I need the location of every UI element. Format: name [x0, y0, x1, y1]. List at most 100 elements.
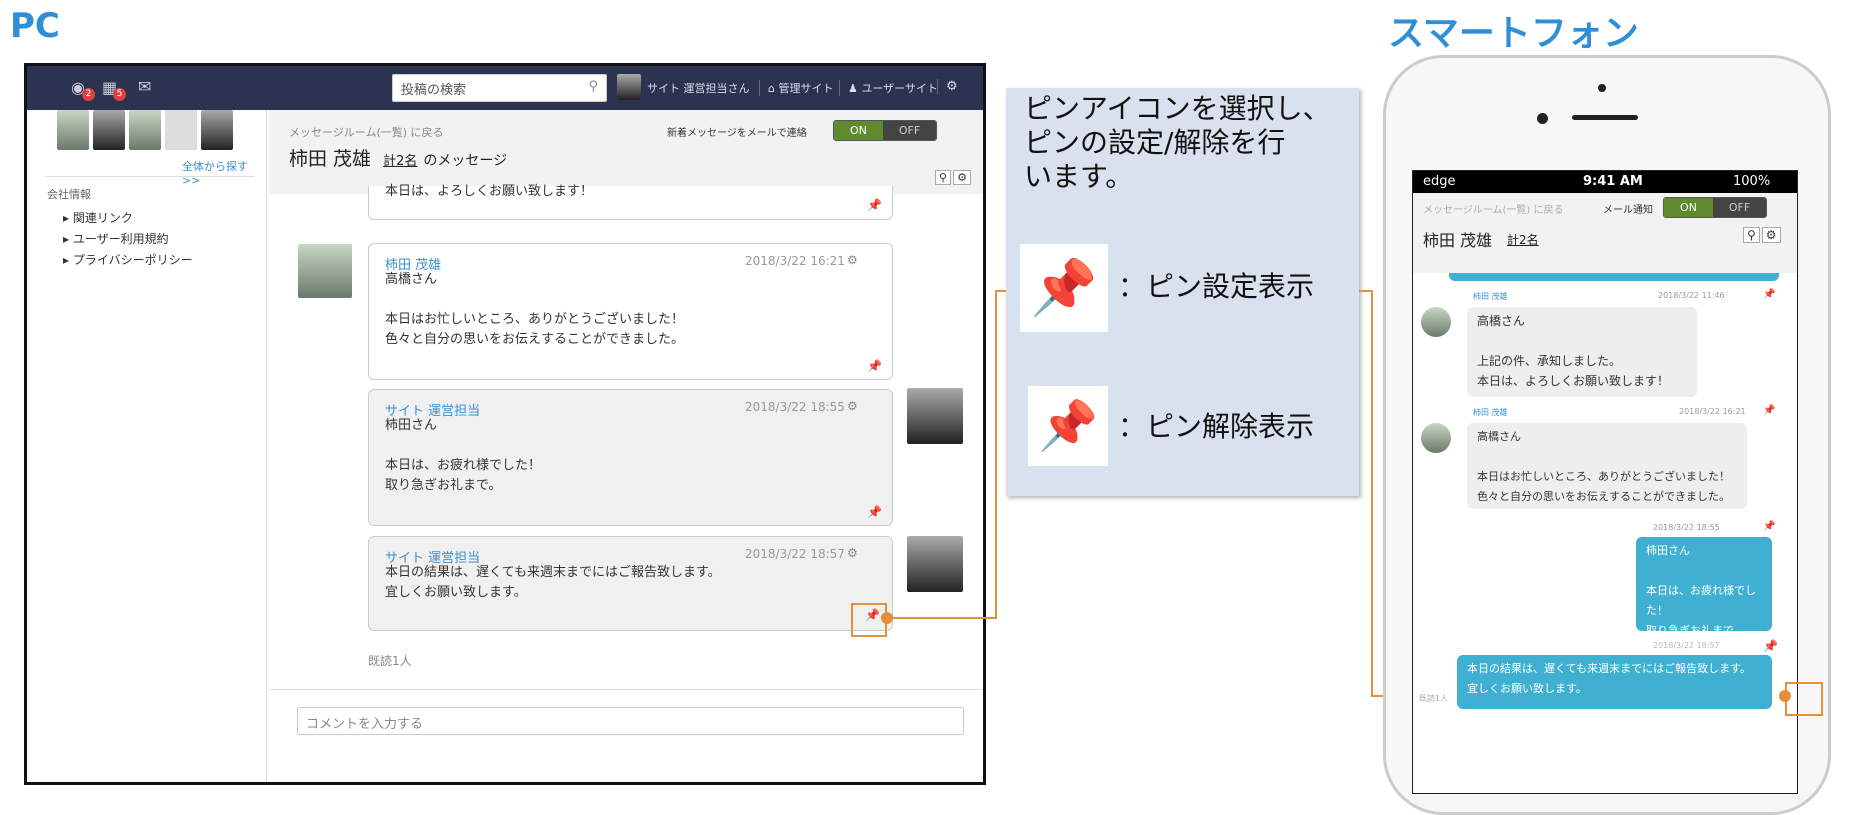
- search-icon[interactable]: ⚲: [1743, 227, 1760, 243]
- sidebar-link-related[interactable]: ▸ 関連リンク: [63, 208, 193, 229]
- member-photo[interactable]: [93, 110, 125, 150]
- message-body: 柿田さん 本日は、お疲れ様でした！ 取り急ぎお礼まで。: [385, 418, 542, 493]
- search-icon[interactable]: ⚲: [588, 79, 598, 94]
- room-title: 柿田 茂雄 計2名 のメッセージ: [289, 144, 507, 171]
- search-all-link[interactable]: 全体から探す>>: [182, 158, 266, 187]
- pin-off-icon: 📌: [1028, 386, 1108, 466]
- admin-site-label: 管理サイト: [778, 82, 834, 95]
- sidebar-link-privacy[interactable]: ▸ プライバシーポリシー: [63, 250, 193, 271]
- member-count-link[interactable]: 計2名: [383, 154, 417, 169]
- message-date: 2018/3/22 16:21: [745, 254, 845, 268]
- toggle-off[interactable]: OFF: [1712, 198, 1767, 217]
- message-bubble: 柿田さん 本日は、お疲れ様でした！ 取り急ぎお礼まで。: [1636, 537, 1772, 637]
- toggle-off[interactable]: OFF: [882, 121, 937, 140]
- sidebar-link-label: 関連リンク: [72, 211, 133, 225]
- pin-off-icon[interactable]: 📌: [867, 505, 882, 519]
- post-search-input[interactable]: 投稿の検索 ⚲: [392, 74, 607, 102]
- gear-icon[interactable]: ⚙: [847, 399, 858, 413]
- sender-name[interactable]: 柿田 茂雄: [1473, 291, 1508, 302]
- member-photo[interactable]: [201, 110, 233, 150]
- message-date: 2018/3/22 16:21: [1679, 407, 1746, 416]
- pin-on-icon[interactable]: 📌: [1763, 639, 1778, 653]
- sidebar-link-label: プライバシーポリシー: [72, 253, 193, 267]
- message-card: 柿田 茂雄 2018/3/22 16:21 ⚙ 高橋さん 本日はお忙しいところ、…: [368, 243, 893, 380]
- callout-panel: ピンアイコンを選択し、 ピンの設定/解除を行 います。 📌 ：ピン設定表示 📌 …: [1006, 88, 1359, 496]
- message-body: 本日の結果は、遅くても来週末までにはご報告致します。 宜しくお願い致します。: [385, 565, 721, 600]
- message-date: 2018/3/22 18:57: [1653, 641, 1720, 650]
- current-user[interactable]: サイト 運営担当さん: [647, 80, 750, 96]
- connector-line: [1371, 290, 1373, 697]
- message-card: サイト 運営担当 2018/3/22 18:55 ⚙ 柿田さん 本日は、お疲れ様…: [368, 389, 893, 526]
- member-photo[interactable]: [129, 110, 161, 150]
- pin-off-icon[interactable]: 📌: [867, 359, 882, 373]
- pin-on-label: ：ピン設定表示: [1118, 270, 1315, 303]
- status-bar: edge 9:41 AM 100%: [1413, 171, 1797, 193]
- back-link[interactable]: メッセージルーム(一覧) に戻る: [1423, 201, 1563, 216]
- sidebar-link-label: ユーザー利用規約: [72, 232, 169, 246]
- section-title: 会社情報: [47, 188, 91, 201]
- settings-gear-icon[interactable]: ⚙: [937, 79, 958, 94]
- message-badge: 5: [113, 88, 126, 101]
- connector-line: [995, 290, 997, 619]
- mail-notify-toggle[interactable]: ON OFF: [1663, 197, 1768, 218]
- pin-off-icon[interactable]: 📌: [1763, 405, 1775, 416]
- sender-avatar[interactable]: [907, 536, 963, 592]
- sender-avatar[interactable]: [1421, 423, 1451, 453]
- back-link[interactable]: メッセージルーム(一覧) に戻る: [289, 124, 444, 140]
- toggle-on[interactable]: ON: [834, 121, 883, 140]
- phone-header: メッセージルーム(一覧) に戻る メール通知 ON OFF 柿田 茂雄 計2名 …: [1413, 193, 1797, 273]
- user-avatar[interactable]: [617, 74, 641, 100]
- message-bubble: 高橋さん 上記の件、承知しました。 本日は、よろしくお願い致します！: [1467, 307, 1697, 397]
- message-date: 2018/3/22 18:55: [745, 400, 845, 414]
- read-status: 既読1人: [1419, 694, 1449, 703]
- clock: 9:41 AM: [1583, 174, 1643, 189]
- header-actions: ⚲ ⚙: [1743, 227, 1781, 243]
- pin-on-icon: 📌: [1020, 244, 1108, 332]
- search-icon[interactable]: ⚲: [935, 170, 952, 185]
- sidebar-links: ▸ 関連リンク ▸ ユーザー利用規約 ▸ プライバシーポリシー: [63, 208, 193, 271]
- gear-icon[interactable]: ⚙: [953, 170, 971, 185]
- comment-placeholder: コメントを入力する: [306, 717, 424, 732]
- mail-icon[interactable]: ✉: [138, 77, 151, 96]
- sender-name[interactable]: 柿田 茂雄: [1473, 407, 1508, 418]
- admin-site-link[interactable]: ⌂ 管理サイト: [759, 80, 833, 96]
- message-card: 本日は、よろしくお願い致します！ 📌: [368, 184, 893, 220]
- gear-icon[interactable]: ⚙: [847, 546, 858, 560]
- gear-icon[interactable]: ⚙: [1761, 227, 1781, 243]
- callout-description: ピンアイコンを選択し、 ピンの設定/解除を行 います。: [1024, 92, 1331, 193]
- sender-avatar[interactable]: [907, 388, 963, 444]
- sidebar-link-terms[interactable]: ▸ ユーザー利用規約: [63, 229, 193, 250]
- pin-off-icon[interactable]: 📌: [1763, 289, 1775, 300]
- pin-off-icon[interactable]: 📌: [867, 198, 882, 212]
- phone-screen: edge 9:41 AM 100% メッセージルーム(一覧) に戻る メール通知…: [1412, 170, 1798, 794]
- smartphone-label: スマートフォン: [1388, 13, 1639, 54]
- sender-avatar[interactable]: [1421, 307, 1451, 337]
- connector-line: [890, 617, 997, 619]
- carrier: edge: [1423, 174, 1456, 189]
- gear-icon[interactable]: ⚙: [847, 253, 858, 267]
- room-title-suffix: のメッセージ: [423, 153, 508, 169]
- top-navbar: ◉ 2 ▦ 5 ✉ 投稿の検索 ⚲ サイト 運営担当さん ⌂ 管理サイト ♟ ユ…: [27, 66, 983, 110]
- message-body: 本日は、よろしくお願い致します！: [385, 184, 594, 199]
- pin-off-label: ：ピン解除表示: [1118, 410, 1315, 443]
- pin-off-icon[interactable]: 📌: [1763, 521, 1775, 532]
- comment-input[interactable]: コメントを入力する: [297, 707, 964, 735]
- toggle-on[interactable]: ON: [1664, 198, 1713, 217]
- member-photo[interactable]: [57, 110, 89, 150]
- phone-camera: [1598, 84, 1606, 92]
- phone-speaker: [1572, 115, 1638, 120]
- room-header: メッセージルーム(一覧) に戻る 新着メッセージをメールで連絡 ON OFF 柿…: [269, 110, 983, 194]
- sender-avatar[interactable]: [298, 244, 352, 298]
- read-status: 既読1人: [368, 654, 412, 668]
- notification-badge: 2: [82, 88, 95, 101]
- member-count-link[interactable]: 計2名: [1507, 231, 1539, 248]
- member-photo[interactable]: [165, 110, 197, 150]
- pin-highlight: [1785, 682, 1823, 716]
- pc-label: PC: [10, 6, 60, 46]
- mail-notify-label: メール通知: [1603, 205, 1653, 216]
- member-photos: [57, 110, 237, 150]
- user-site-link[interactable]: ♟ ユーザーサイト: [839, 80, 938, 96]
- header-actions: ⚲ ⚙: [935, 170, 971, 185]
- message-date: 2018/3/22 11:46: [1658, 291, 1725, 300]
- email-notify-toggle[interactable]: ON OFF: [833, 120, 938, 141]
